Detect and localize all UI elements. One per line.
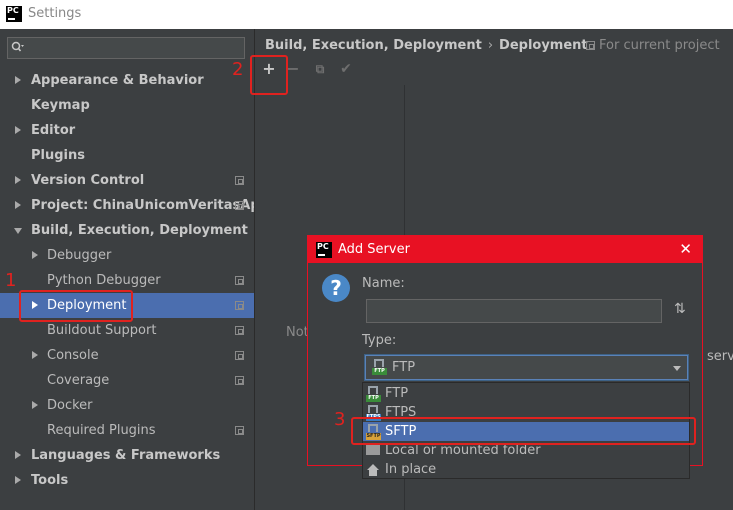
option-label: In place xyxy=(385,462,437,477)
sidebar-item-label: Languages & Frameworks xyxy=(31,448,221,463)
sidebar-item-label: Plugins xyxy=(31,148,85,163)
ftp-icon: FTP xyxy=(366,386,382,402)
search-input[interactable] xyxy=(7,37,245,59)
annotation-number-3: 3 xyxy=(334,409,346,430)
project-scope-icon xyxy=(235,201,244,210)
pycharm-logo-icon: PC xyxy=(6,6,22,22)
dialog-titlebar: PC Add Server ✕ xyxy=(308,236,702,263)
sidebar-item-project[interactable]: Project: ChinaUnicomVeritasApi xyxy=(0,193,264,218)
search-icon xyxy=(11,41,24,52)
sidebar-item-required-plugins[interactable]: Required Plugins xyxy=(0,418,254,443)
sidebar-item-label: Project: ChinaUnicomVeritasApi xyxy=(31,198,265,213)
empty-list-text: Not xyxy=(286,325,309,340)
type-label: Type: xyxy=(362,333,397,348)
sidebar-item-keymap[interactable]: Keymap xyxy=(0,93,254,118)
annotation-box-1 xyxy=(19,290,133,322)
project-scope-icon xyxy=(235,276,244,285)
dropdown-option-in-place[interactable]: In place xyxy=(363,460,689,479)
annotation-number-1: 1 xyxy=(5,270,17,291)
chevron-right-icon xyxy=(15,126,21,134)
chevron-right-icon xyxy=(32,251,38,259)
project-scope-icon xyxy=(235,301,244,310)
sidebar-item-label: Tools xyxy=(31,473,69,488)
annotation-box-3 xyxy=(351,417,696,445)
breadcrumb-separator: › xyxy=(487,38,494,53)
annotation-box-2 xyxy=(250,55,288,95)
project-scope-icon xyxy=(235,351,244,360)
breadcrumb-current: Deployment xyxy=(499,38,588,53)
sidebar-item-label: Version Control xyxy=(31,173,145,188)
project-scope-icon xyxy=(235,376,244,385)
project-scope-icon xyxy=(586,41,595,50)
sort-icon[interactable]: ⇅ xyxy=(674,301,686,317)
name-label: Name: xyxy=(362,276,405,291)
sidebar-item-label: Required Plugins xyxy=(47,423,156,438)
server-detail-text: serve xyxy=(707,349,733,364)
type-select[interactable]: FTP FTP xyxy=(365,355,688,380)
sidebar-item-languages-frameworks[interactable]: Languages & Frameworks xyxy=(0,443,254,468)
sidebar-item-coverage[interactable]: Coverage xyxy=(0,368,254,393)
sidebar-item-label: Coverage xyxy=(47,373,110,388)
sidebar-item-label: Build, Execution, Deployment xyxy=(31,223,248,238)
question-icon: ? xyxy=(322,274,350,302)
dropdown-option-ftp[interactable]: FTP FTP xyxy=(363,384,689,403)
chevron-right-icon xyxy=(32,351,38,359)
sidebar-item-docker[interactable]: Docker xyxy=(0,393,254,418)
home-icon xyxy=(367,464,379,476)
sidebar-item-build-execution-deployment[interactable]: Build, Execution, Deployment xyxy=(0,218,254,243)
set-default-button[interactable]: ✔ xyxy=(336,59,356,79)
folder-icon xyxy=(366,445,380,455)
chevron-right-icon xyxy=(15,201,21,209)
sidebar-item-label: Editor xyxy=(31,123,76,138)
breadcrumb: Build, Execution, Deployment › Deployment xyxy=(265,38,588,53)
breadcrumb-parent[interactable]: Build, Execution, Deployment xyxy=(265,38,482,53)
sidebar-item-label: Docker xyxy=(47,398,93,413)
chevron-right-icon xyxy=(15,451,21,459)
window-title: Settings xyxy=(28,6,82,21)
project-scope-icon xyxy=(235,326,244,335)
sidebar-item-debugger[interactable]: Debugger xyxy=(0,243,254,268)
option-label: FTP xyxy=(385,386,409,401)
copy-server-button[interactable]: ⧉ xyxy=(310,59,330,79)
close-icon[interactable]: ✕ xyxy=(679,240,692,258)
sidebar-item-tools[interactable]: Tools xyxy=(0,468,254,493)
pycharm-logo-icon: PC xyxy=(316,242,332,258)
sidebar-item-appearance[interactable]: Appearance & Behavior xyxy=(0,68,254,93)
sidebar-item-label: Appearance & Behavior xyxy=(31,73,204,88)
settings-sidebar: Appearance & Behavior Keymap Editor Plug… xyxy=(0,29,264,510)
sidebar-item-plugins[interactable]: Plugins xyxy=(0,143,254,168)
chevron-right-icon xyxy=(15,476,21,484)
chevron-right-icon xyxy=(15,76,21,84)
sidebar-item-version-control[interactable]: Version Control xyxy=(0,168,254,193)
chevron-down-icon xyxy=(14,228,22,234)
type-select-value: FTP xyxy=(392,360,416,375)
annotation-number-2: 2 xyxy=(232,59,244,80)
sidebar-item-editor[interactable]: Editor xyxy=(0,118,254,143)
window-titlebar: PC Settings xyxy=(0,0,733,29)
dialog-title: Add Server xyxy=(338,242,410,257)
project-scope-icon xyxy=(235,176,244,185)
name-field[interactable] xyxy=(366,299,662,323)
sidebar-item-label: Console xyxy=(47,348,99,363)
chevron-down-icon xyxy=(673,366,681,371)
sidebar-item-label: Debugger xyxy=(47,248,112,263)
ftp-icon: FTP xyxy=(372,359,388,375)
for-project-label: For current project xyxy=(599,38,720,53)
chevron-right-icon xyxy=(15,176,21,184)
for-current-project-note: For current project xyxy=(586,38,720,53)
project-scope-icon xyxy=(235,426,244,435)
chevron-right-icon xyxy=(32,401,38,409)
sidebar-item-console[interactable]: Console xyxy=(0,343,254,368)
sidebar-item-label: Keymap xyxy=(31,98,90,113)
